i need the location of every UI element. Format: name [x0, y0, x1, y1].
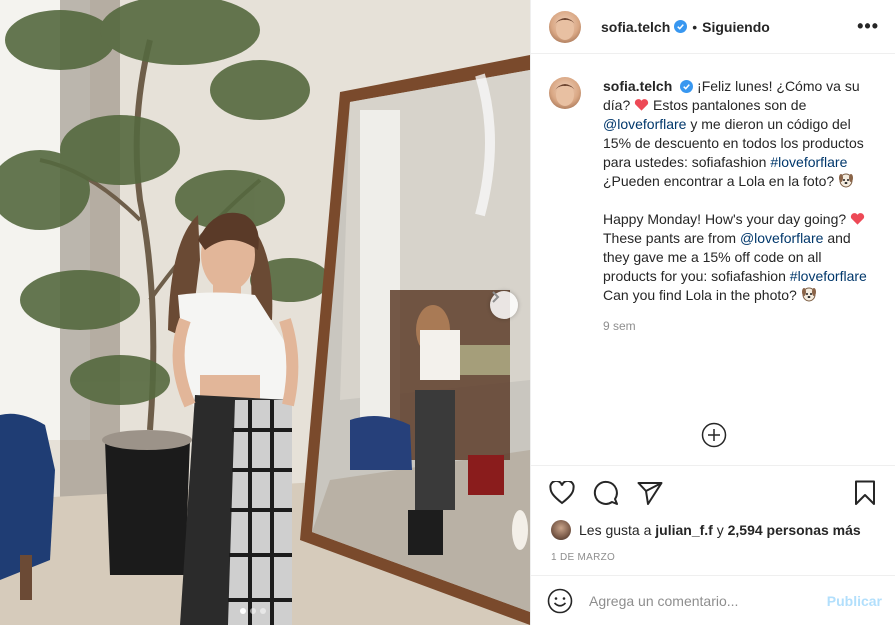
- post-header: sofia.telch • Siguiendo •••: [531, 0, 895, 54]
- hashtag-link[interactable]: #loveforflare: [790, 268, 867, 284]
- verified-badge-icon: [680, 80, 694, 93]
- caption-username[interactable]: sofia.telch: [603, 78, 672, 94]
- carousel-dot: [250, 608, 256, 614]
- post-actions: Les gusta a julian_f.f y 2,594 personas …: [531, 465, 895, 575]
- liker-avatar[interactable]: [551, 520, 571, 540]
- verified-badge-icon: [674, 20, 688, 33]
- save-button[interactable]: [850, 478, 880, 508]
- following-button[interactable]: Siguiendo: [702, 19, 770, 35]
- comment-icon: [593, 480, 618, 505]
- likes-and: y: [716, 522, 724, 538]
- caption-question: ¿Pueden encontrar a Lola en la foto?: [603, 173, 835, 189]
- likes-prefix: Les gusta a: [579, 522, 652, 538]
- caption-time-ago[interactable]: 9 sem: [603, 319, 880, 333]
- caption-text: sofia.telch ¡Feliz lunes! ¿Cómo va su dí…: [603, 77, 873, 305]
- carousel-dot: [240, 608, 246, 614]
- more-options-icon[interactable]: •••: [857, 17, 879, 35]
- mention-link[interactable]: @loveforflare: [740, 230, 823, 246]
- red-heart-emoji-icon: [850, 213, 865, 225]
- header-separator: •: [692, 18, 698, 35]
- chevron-right-icon: [492, 291, 500, 303]
- like-button[interactable]: [547, 478, 577, 508]
- comment-button[interactable]: [591, 478, 621, 508]
- add-comment-bar: Publicar: [531, 575, 895, 625]
- post-date[interactable]: 1 de marzo: [551, 552, 880, 563]
- caption-en-line-2: These pants are from: [603, 230, 737, 246]
- post-side-panel: sofia.telch • Siguiendo ••• sofia.telch …: [530, 0, 895, 625]
- caption-en-line-4: Can you find Lola in the photo?: [603, 286, 873, 305]
- send-icon: [637, 482, 663, 505]
- carousel-next-button[interactable]: [490, 291, 518, 319]
- caption-en-question: Can you find Lola in the photo?: [603, 287, 797, 303]
- photo-scene: [0, 0, 530, 625]
- comments-area: sofia.telch ¡Feliz lunes! ¿Cómo va su dí…: [531, 55, 895, 465]
- comment-input[interactable]: [589, 592, 827, 609]
- caption-line-2: Estos pantalones son de: [653, 97, 807, 113]
- dog-face-emoji-icon: [801, 287, 816, 302]
- caption-avatar[interactable]: [549, 77, 581, 109]
- caption-line-4: ¿Pueden encontrar a Lola en la foto?: [603, 172, 873, 191]
- likes-count[interactable]: 2,594 personas más: [728, 522, 861, 538]
- heart-icon: [549, 481, 575, 505]
- share-button[interactable]: [635, 478, 665, 508]
- hashtag-link[interactable]: #loveforflare: [770, 154, 847, 170]
- dog-face-emoji-icon: [839, 173, 854, 188]
- publish-button[interactable]: Publicar: [827, 593, 882, 609]
- bookmark-icon: [855, 480, 875, 505]
- post-photo[interactable]: [0, 0, 530, 625]
- caption-en-line-1: Happy Monday! How's your day going?: [603, 211, 847, 227]
- caption-comment: sofia.telch ¡Feliz lunes! ¿Cómo va su dí…: [549, 77, 880, 305]
- red-heart-emoji-icon: [635, 99, 649, 111]
- mention-link[interactable]: @loveforflare: [603, 116, 686, 132]
- action-icons: [547, 478, 880, 508]
- carousel-dot: [260, 608, 266, 614]
- emoji-smiley-icon[interactable]: [547, 588, 573, 614]
- author-username[interactable]: sofia.telch: [601, 19, 670, 35]
- load-more-comments-icon[interactable]: [701, 422, 727, 448]
- carousel-indicator: [240, 608, 266, 614]
- liker-username[interactable]: julian_f.f: [655, 522, 713, 538]
- likes-summary: Les gusta a julian_f.f y 2,594 personas …: [547, 520, 880, 540]
- author-avatar[interactable]: [549, 10, 581, 43]
